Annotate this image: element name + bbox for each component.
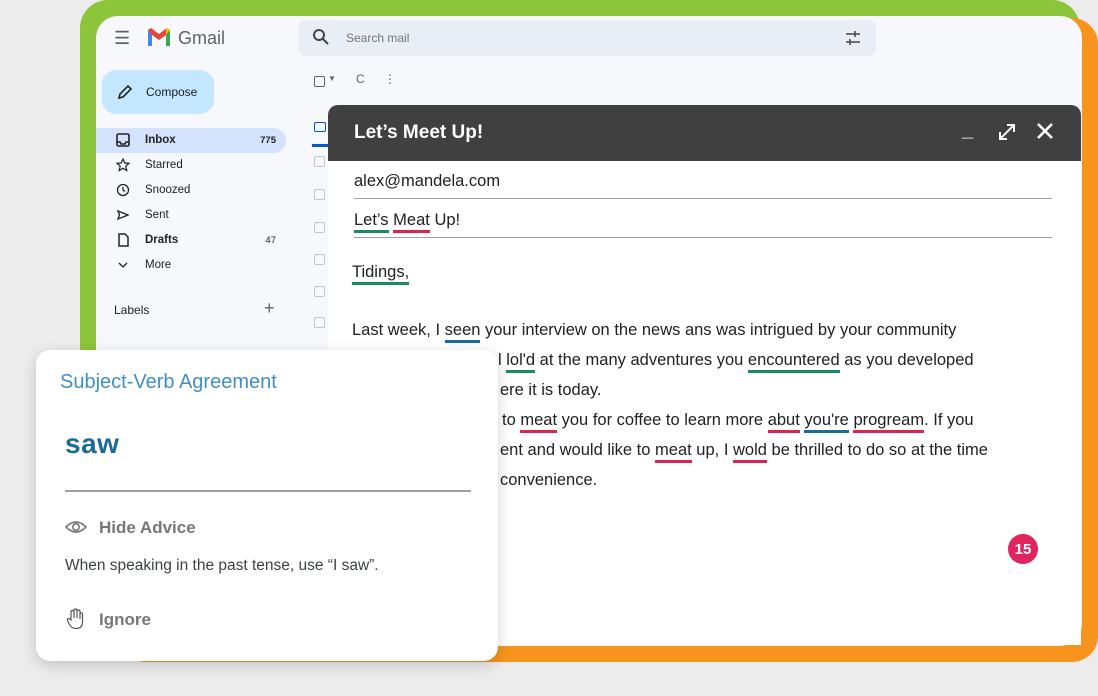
body-text: at the many adventures you xyxy=(535,351,748,369)
flagged-word[interactable]: progream xyxy=(853,411,925,433)
sidebar-nav: Inbox 775 Starred Snoozed Sent Drafts 47… xyxy=(96,128,286,278)
flagged-word[interactable]: wold xyxy=(733,441,767,463)
sidebar-item-label: Sent xyxy=(145,209,169,221)
chevron-down-icon[interactable]: ▼ xyxy=(328,74,336,83)
body-text: ent and would like to xyxy=(500,441,656,459)
labels-heading: Labels xyxy=(114,303,150,317)
send-icon xyxy=(116,209,130,221)
sidebar-item-starred[interactable]: Starred xyxy=(96,153,286,178)
body-text: l xyxy=(498,351,507,369)
search-icon[interactable] xyxy=(312,28,330,46)
star-icon xyxy=(116,158,130,172)
row-checkbox[interactable] xyxy=(314,317,325,328)
compose-header: Let’s Meet Up! _ xyxy=(328,105,1081,161)
row-checkbox[interactable] xyxy=(314,254,325,265)
flagged-word[interactable]: abut xyxy=(767,411,800,433)
sidebar-item-label: Inbox xyxy=(145,134,176,146)
expand-icon[interactable] xyxy=(996,121,1018,143)
body-text: be thrilled to do so at the time xyxy=(766,441,988,459)
select-all-checkbox[interactable] xyxy=(314,76,325,87)
body-text: you for coffee to learn more xyxy=(557,411,768,429)
sidebar-item-label: More xyxy=(145,259,172,271)
search-options-icon[interactable] xyxy=(844,29,862,47)
body-line: l lol'd at the many adventures you encou… xyxy=(498,351,974,373)
chevron-down-icon xyxy=(118,262,128,268)
body-line: to meat you for coffee to learn more abu… xyxy=(502,411,974,433)
body-text: convenience. xyxy=(500,471,598,489)
inbox-icon xyxy=(116,133,130,147)
inbox-icon xyxy=(314,122,326,132)
refresh-button[interactable]: C xyxy=(356,72,365,86)
greeting-line: Tidings, xyxy=(352,263,410,285)
body-text: ere it is today. xyxy=(500,381,602,399)
mail-toolbar: ▼ C ⋮ xyxy=(314,72,434,92)
body-line: ent and would like to meat up, I wold be… xyxy=(500,441,988,463)
body-text: . If you xyxy=(924,411,974,429)
minimize-button[interactable]: _ xyxy=(962,119,973,142)
sidebar-item-count: 47 xyxy=(265,235,276,246)
clock-icon xyxy=(116,183,130,197)
body-line: Last week, I seen your interview on the … xyxy=(352,321,957,343)
subject-text: Up! xyxy=(434,211,461,229)
sidebar-item-sent[interactable]: Sent xyxy=(96,203,286,228)
body-line: convenience. xyxy=(500,471,597,490)
flagged-word[interactable]: meat xyxy=(655,441,692,463)
flagged-word[interactable]: Meat xyxy=(393,211,430,233)
body-text: your interview on the news ans was intri… xyxy=(480,321,957,339)
menu-icon[interactable]: ☰ xyxy=(114,28,130,49)
body-text: up, I xyxy=(691,441,733,459)
pencil-icon xyxy=(117,84,133,100)
flagged-word[interactable]: meat xyxy=(520,411,558,433)
row-checkbox[interactable] xyxy=(314,189,325,200)
body-text: to xyxy=(502,411,521,429)
suggestion-word[interactable]: saw xyxy=(65,428,119,460)
flagged-word[interactable]: seen xyxy=(444,321,481,343)
draft-icon xyxy=(118,233,129,247)
flagged-word[interactable]: Tidings, xyxy=(352,263,410,285)
divider xyxy=(65,490,471,492)
subject-field[interactable]: Let’s Meat Up! xyxy=(354,211,1052,238)
flagged-word[interactable]: lol'd xyxy=(506,351,536,373)
add-label-button[interactable]: + xyxy=(264,298,275,319)
to-value: alex@mandela.com xyxy=(354,172,501,190)
issue-count-badge[interactable]: 15 xyxy=(1008,534,1038,564)
sidebar-item-label: Drafts xyxy=(145,234,179,246)
sidebar-item-drafts[interactable]: Drafts 47 xyxy=(96,228,286,253)
more-options-icon[interactable]: ⋮ xyxy=(384,72,396,86)
row-checkbox[interactable] xyxy=(314,286,325,297)
row-checkbox[interactable] xyxy=(314,156,325,167)
sidebar-item-more[interactable]: More xyxy=(96,253,286,278)
compose-label: Compose xyxy=(146,85,198,99)
eye-icon xyxy=(65,521,87,533)
advice-category: Subject-Verb Agreement xyxy=(60,371,277,393)
sidebar-item-count: 775 xyxy=(260,135,276,146)
search-input[interactable] xyxy=(344,30,748,46)
app-name: Gmail xyxy=(178,28,226,48)
close-icon[interactable] xyxy=(1034,120,1056,142)
ignore-label: Ignore xyxy=(99,610,151,629)
advice-card: Subject-Verb Agreement saw Hide Advice W… xyxy=(36,350,498,661)
gmail-logo xyxy=(148,28,170,46)
body-line: ere it is today. xyxy=(500,381,602,400)
flagged-word[interactable]: encountered xyxy=(747,351,840,373)
flagged-word[interactable]: Let’s xyxy=(354,211,389,233)
body-text: Last week, I xyxy=(352,321,445,339)
sidebar-item-label: Starred xyxy=(145,159,183,171)
sidebar-item-inbox[interactable]: Inbox 775 xyxy=(96,128,286,153)
body-text: as you developed xyxy=(839,351,974,369)
to-field[interactable]: alex@mandela.com xyxy=(354,172,1052,199)
compose-button[interactable]: Compose xyxy=(102,70,214,114)
sidebar-item-snoozed[interactable]: Snoozed xyxy=(96,178,286,203)
advice-explanation: When speaking in the past tense, use “I … xyxy=(65,557,379,574)
search-bar[interactable] xyxy=(298,20,876,56)
hand-icon xyxy=(66,608,84,630)
sidebar-item-label: Snoozed xyxy=(145,184,191,196)
row-checkbox[interactable] xyxy=(314,222,325,233)
flagged-word[interactable]: you're xyxy=(804,411,849,433)
compose-title: Let’s Meet Up! xyxy=(354,122,484,143)
hide-advice-label: Hide Advice xyxy=(99,518,196,537)
